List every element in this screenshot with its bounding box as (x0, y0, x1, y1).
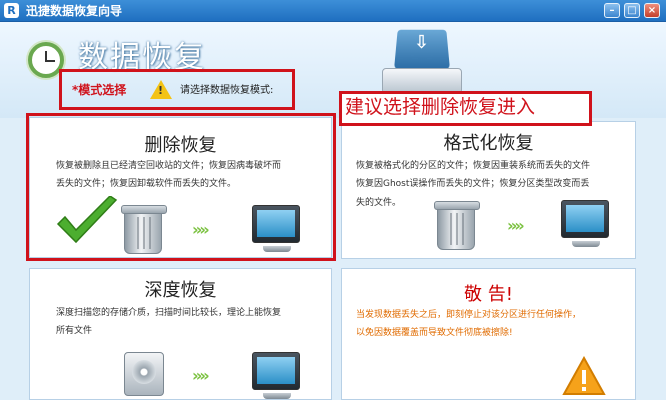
format-recovery-card[interactable]: 格式化恢复 恢复被格式化的分区的文件；恢复因重装系统而丢失的文件 恢复因Ghos… (341, 121, 636, 259)
warning-desc-line1: 当发现数据丢失之后，即刻停止对该分区进行任何操作， (356, 310, 582, 320)
monitor-icon (252, 352, 300, 399)
hard-disk-icon (124, 352, 164, 396)
deep-recovery-desc-line2: 所有文件 (56, 326, 93, 336)
maximize-button[interactable]: □ (624, 3, 640, 18)
mode-select-hint: 请选择数据恢复模式: (180, 85, 274, 96)
title-bar: R 迅捷数据恢复向导 – □ × (0, 0, 666, 22)
monitor-icon (561, 200, 609, 247)
warning-triangle-icon (562, 356, 606, 395)
deep-recovery-title: 深度恢复 (144, 280, 217, 301)
deep-recovery-desc-line1: 深度扫描您的存储介质，扫描时间比较长，理论上能恢复 (56, 308, 282, 318)
download-arrow-icon: ⇩ (414, 32, 430, 53)
mode-select-label: *模式选择 (72, 83, 127, 97)
format-recovery-desc-line2: 恢复因Ghost误操作而丢失的文件；恢复分区类型改变而丢 (356, 179, 590, 189)
close-button[interactable]: × (644, 3, 660, 18)
recycle-bin-icon (434, 201, 480, 250)
format-recovery-title: 格式化恢复 (443, 133, 534, 154)
window-controls: – □ × (604, 3, 660, 18)
minimize-button[interactable]: – (604, 3, 620, 18)
delete-recovery-highlight (26, 113, 336, 261)
warning-title: 敬 告! (464, 284, 513, 305)
app-logo-icon: R (4, 3, 19, 18)
format-recovery-desc-line1: 恢复被格式化的分区的文件；恢复因重装系统而丢失的文件 (356, 161, 591, 171)
warning-desc-line2: 以免因数据覆盖而导致文件彻底被擦除! (356, 328, 513, 338)
format-recovery-desc-line3: 失的文件。 (356, 198, 402, 208)
warning-mark: ! (158, 84, 164, 97)
hard-drive-icon: ⇩ (376, 24, 468, 100)
arrows-right-icon: »» (507, 216, 525, 235)
annotation-text: 建议选择删除恢复进入 (345, 96, 536, 118)
arrows-right-icon: »» (192, 366, 210, 385)
window-title: 迅捷数据恢复向导 (26, 4, 123, 18)
